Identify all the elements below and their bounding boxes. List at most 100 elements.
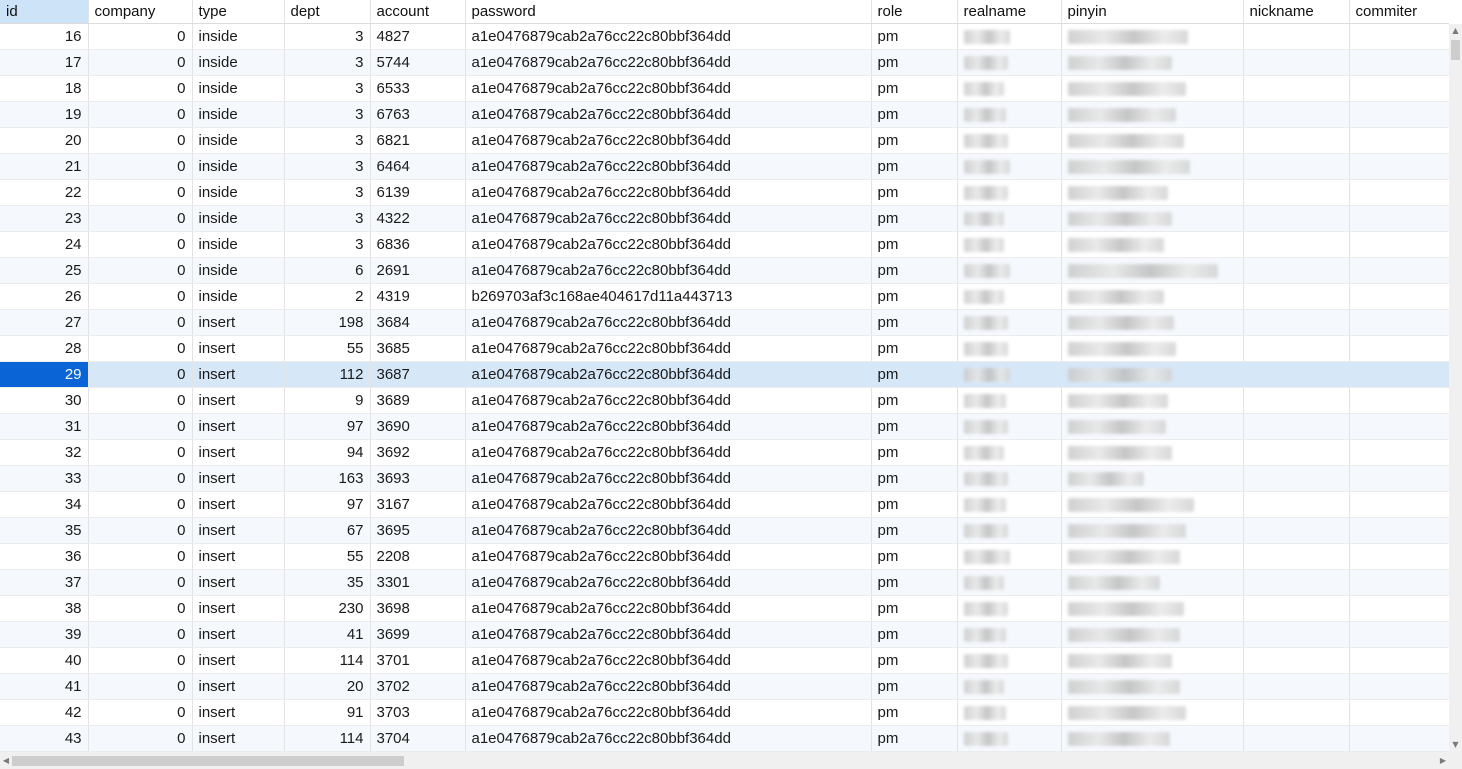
cell-commiter[interactable] [1349,309,1449,336]
cell-id[interactable]: 38 [0,595,89,622]
cell-dept[interactable]: 55 [284,543,371,570]
cell-type[interactable]: insert [192,725,285,752]
cell-password[interactable]: a1e0476879cab2a76cc22c80bbf364dd [465,621,872,648]
cell-realname-redacted[interactable] [957,725,1062,752]
cell-company[interactable]: 0 [88,205,193,232]
cell-company[interactable]: 0 [88,231,193,258]
cell-commiter[interactable] [1349,491,1449,518]
table-row[interactable]: 31 0 insert 97 3690 a1e0476879cab2a76cc22c80b… [0,413,1449,440]
cell-dept[interactable]: 6 [284,257,371,284]
cell-password[interactable]: a1e0476879cab2a76cc22c80bbf364dd [465,673,872,700]
cell-role[interactable]: pm [871,517,958,544]
cell-role[interactable]: pm [871,387,958,414]
column-header-role[interactable]: role [871,0,958,24]
column-header-nickname[interactable]: nickname [1243,0,1350,24]
cell-realname-redacted[interactable] [957,517,1062,544]
cell-password[interactable]: a1e0476879cab2a76cc22c80bbf364dd [465,647,872,674]
cell-role[interactable]: pm [871,439,958,466]
cell-id[interactable]: 35 [0,517,89,544]
cell-type[interactable]: insert [192,595,285,622]
cell-id[interactable]: 32 [0,439,89,466]
cell-company[interactable]: 0 [88,621,193,648]
cell-realname-redacted[interactable] [957,309,1062,336]
cell-id[interactable]: 41 [0,673,89,700]
cell-dept[interactable]: 114 [284,647,371,674]
cell-role[interactable]: pm [871,283,958,310]
cell-id[interactable]: 21 [0,153,89,180]
table-row[interactable]: 21 0 inside 3 6464 a1e0476879cab2a76cc22c80bb… [0,153,1449,180]
cell-dept[interactable]: 3 [284,127,371,154]
cell-nickname[interactable] [1243,621,1350,648]
column-header-type[interactable]: type [192,0,285,24]
table-row[interactable]: 24 0 inside 3 6836 a1e0476879cab2a76cc22c80bb… [0,231,1449,258]
cell-commiter[interactable] [1349,413,1449,440]
cell-account[interactable]: 3703 [370,699,466,726]
cell-pinyin-redacted[interactable] [1061,725,1244,752]
cell-nickname[interactable] [1243,465,1350,492]
cell-dept[interactable]: 3 [284,179,371,206]
cell-pinyin-redacted[interactable] [1061,257,1244,284]
cell-company[interactable]: 0 [88,309,193,336]
cell-dept[interactable]: 3 [284,49,371,76]
cell-realname-redacted[interactable] [957,361,1062,388]
cell-nickname[interactable] [1243,75,1350,102]
cell-password[interactable]: a1e0476879cab2a76cc22c80bbf364dd [465,179,872,206]
cell-commiter[interactable] [1349,127,1449,154]
cell-realname-redacted[interactable] [957,231,1062,258]
cell-type[interactable]: insert [192,569,285,596]
cell-company[interactable]: 0 [88,49,193,76]
cell-company[interactable]: 0 [88,283,193,310]
cell-realname-redacted[interactable] [957,127,1062,154]
cell-pinyin-redacted[interactable] [1061,673,1244,700]
cell-pinyin-redacted[interactable] [1061,699,1244,726]
cell-realname-redacted[interactable] [957,621,1062,648]
cell-company[interactable]: 0 [88,257,193,284]
cell-id[interactable]: 36 [0,543,89,570]
cell-id[interactable]: 26 [0,283,89,310]
cell-account[interactable]: 3702 [370,673,466,700]
cell-realname-redacted[interactable] [957,569,1062,596]
cell-type[interactable]: insert [192,491,285,518]
table-row[interactable]: 34 0 insert 97 3167 a1e0476879cab2a76cc22c80b… [0,491,1449,518]
cell-pinyin-redacted[interactable] [1061,127,1244,154]
cell-type[interactable]: insert [192,335,285,362]
cell-id[interactable]: 28 [0,335,89,362]
cell-company[interactable]: 0 [88,179,193,206]
cell-id[interactable]: 20 [0,127,89,154]
cell-account[interactable]: 3687 [370,361,466,388]
cell-nickname[interactable] [1243,23,1350,50]
cell-nickname[interactable] [1243,257,1350,284]
cell-role[interactable]: pm [871,205,958,232]
cell-account[interactable]: 4322 [370,205,466,232]
horizontal-scrollbar[interactable]: ◀ ▶ [0,752,1449,769]
cell-commiter[interactable] [1349,23,1449,50]
vertical-scrollbar[interactable]: ▲ ▼ [1449,24,1462,752]
cell-realname-redacted[interactable] [957,439,1062,466]
cell-role[interactable]: pm [871,361,958,388]
cell-commiter[interactable] [1349,543,1449,570]
cell-company[interactable]: 0 [88,491,193,518]
cell-type[interactable]: insert [192,543,285,570]
cell-nickname[interactable] [1243,699,1350,726]
table-row[interactable]: 36 0 insert 55 2208 a1e0476879cab2a76cc22c80b… [0,543,1449,570]
cell-id[interactable]: 16 [0,23,89,50]
cell-password[interactable]: a1e0476879cab2a76cc22c80bbf364dd [465,699,872,726]
data-grid[interactable]: id company type dept account password ro… [0,0,1449,752]
table-row[interactable]: 30 0 insert 9 3689 a1e0476879cab2a76cc22c80bb… [0,387,1449,414]
cell-type[interactable]: inside [192,231,285,258]
cell-type[interactable]: inside [192,23,285,50]
cell-dept[interactable]: 94 [284,439,371,466]
cell-realname-redacted[interactable] [957,257,1062,284]
cell-nickname[interactable] [1243,127,1350,154]
cell-id[interactable]: 22 [0,179,89,206]
cell-company[interactable]: 0 [88,673,193,700]
cell-commiter[interactable] [1349,179,1449,206]
cell-password[interactable]: a1e0476879cab2a76cc22c80bbf364dd [465,257,872,284]
cell-account[interactable]: 3684 [370,309,466,336]
cell-role[interactable]: pm [871,257,958,284]
cell-pinyin-redacted[interactable] [1061,595,1244,622]
cell-company[interactable]: 0 [88,517,193,544]
cell-dept[interactable]: 3 [284,75,371,102]
cell-commiter[interactable] [1349,283,1449,310]
cell-commiter[interactable] [1349,569,1449,596]
